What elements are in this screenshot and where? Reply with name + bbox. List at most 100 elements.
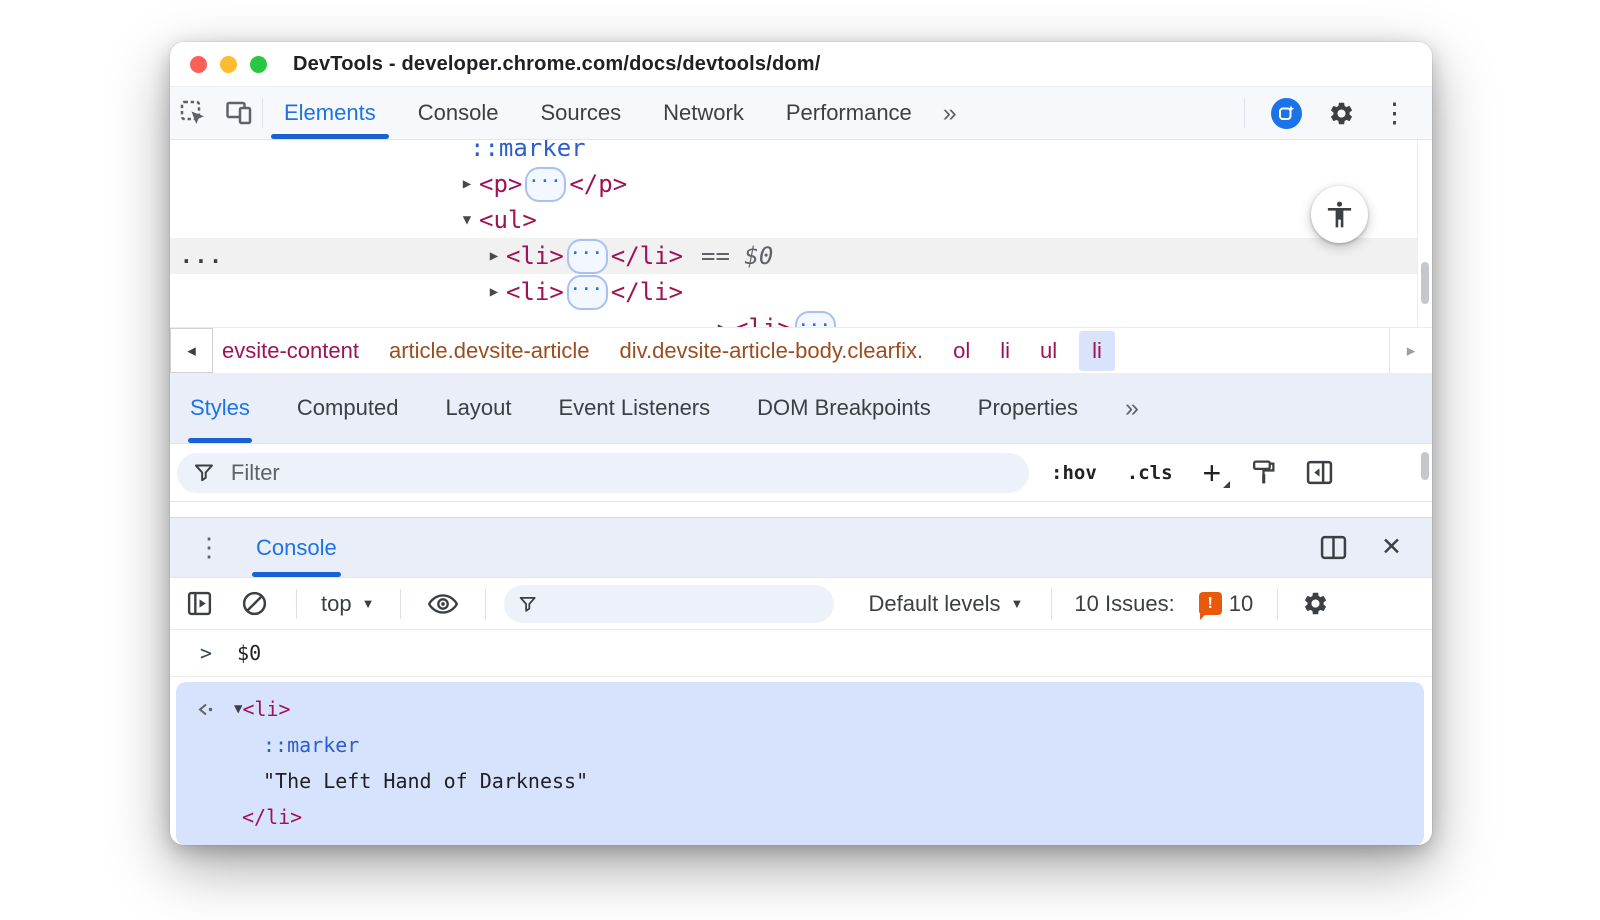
kebab-menu-button[interactable]: ⋮ [1381,97,1408,128]
tab-console[interactable]: Console [402,87,515,139]
device-toolbar-icon [225,101,251,125]
split-panel-icon [1320,535,1347,560]
devtools-window: DevTools - developer.chrome.com/docs/dev… [170,42,1432,845]
console-filter-input[interactable] [549,591,821,616]
close-drawer-button[interactable]: ✕ [1381,535,1402,560]
close-window-button[interactable] [190,55,207,73]
zoom-window-button[interactable] [250,55,267,73]
inspect-icon [180,100,204,124]
tab-elements[interactable]: Elements [268,87,392,139]
elements-dom-tree: ::marker ▶ <p> ··· </p> ▼ <ul> ... ▶ <li> ··· <… [170,140,1432,327]
console-filter-field[interactable] [504,584,835,623]
breadcrumb-item[interactable]: ol [953,338,970,364]
kebab-menu-icon: ⋮ [1381,97,1408,128]
toolbar-divider [296,588,297,619]
console-settings-button[interactable] [1302,590,1329,617]
tab-sources[interactable]: Sources [524,87,637,139]
dom-row-p[interactable]: ▶ <p> ··· </p> [170,166,1432,202]
ai-assistance-button[interactable] [1271,97,1302,129]
drawer-menu-button[interactable]: ⋮ [196,518,222,577]
ellipsis-expand-button[interactable]: ··· [566,238,608,274]
chevron-right-icon[interactable]: ▶ [482,248,506,264]
dom-row-marker[interactable]: ::marker [170,140,1432,166]
breadcrumb-item[interactable]: li [1000,338,1010,364]
tab-computed[interactable]: Computed [297,373,399,443]
breadcrumb-scroll-right-button[interactable]: ▸ [1389,328,1432,373]
breadcrumb-item[interactable]: evsite-content [222,338,359,364]
chevron-down-icon[interactable]: ▼ [234,701,242,717]
styles-filter-field[interactable] [177,452,1029,493]
console-sidebar-icon [187,591,212,616]
dom-row-ul[interactable]: ▼ <ul> [170,202,1432,238]
issues-icon: ! [1198,592,1222,620]
more-tabs-button[interactable]: » [933,87,969,139]
tab-properties[interactable]: Properties [978,373,1078,443]
dom-row-li-selected[interactable]: ... ▶ <li> ··· </li> == $0 [170,238,1432,274]
chevron-double-icon: » [942,98,959,127]
drawer-actions: ✕ [1320,518,1432,577]
main-toolbar: Elements Console Sources Network Perform… [170,87,1432,140]
log-levels-dropdown[interactable]: Default levels ▼ [868,591,1023,617]
toolbar-divider [262,98,263,128]
pseudo-element-label: ::marker [470,140,586,162]
drawer-tab-console[interactable]: Console [252,518,341,577]
breadcrumb-item[interactable]: div.devsite-article-body.clearfix. [619,338,923,364]
chevron-right-icon: ▸ [1406,340,1416,360]
titlebar: DevTools - developer.chrome.com/docs/dev… [170,42,1432,87]
console-input-echo[interactable]: > $0 [170,630,1432,677]
styles-toolbar-buttons: :hov .cls + [1051,457,1333,489]
breadcrumb-item[interactable]: article.devsite-article [389,338,590,364]
chevron-right-icon[interactable]: ▶ [710,320,734,327]
inspect-element-button[interactable] [170,87,216,139]
dock-sidebar-button[interactable] [1306,460,1333,485]
toggle-classes-button[interactable]: .cls [1127,462,1173,484]
rendering-emulation-button[interactable] [1251,459,1276,486]
issues-count: 10 [1228,590,1254,616]
toolbar-divider [485,588,487,619]
chevron-down-icon[interactable]: ▼ [455,212,479,228]
ellipsis-expand-button[interactable]: ··· [566,274,608,310]
tab-event-listeners[interactable]: Event Listeners [559,373,711,443]
minimize-window-button[interactable] [220,55,237,73]
more-sidebar-tabs-button[interactable]: » [1125,373,1141,443]
settings-button[interactable] [1328,100,1355,127]
dom-rows: ::marker ▶ <p> ··· </p> ▼ <ul> ... ▶ <li> ··· <… [170,140,1432,327]
styles-scrollbar-thumb[interactable] [1421,452,1429,480]
result-line-close: </li> [242,805,303,829]
chevron-right-icon[interactable]: ▶ [455,176,479,192]
elements-scrollbar[interactable] [1417,140,1432,327]
window-controls [170,55,267,73]
row-overflow-dots[interactable]: ... [180,238,224,274]
clear-console-button[interactable] [241,590,268,617]
toolbar-divider [1051,588,1053,619]
ellipsis-expand-button[interactable]: ··· [525,166,567,202]
eye-icon [428,593,459,614]
breadcrumb-item-selected[interactable]: li [1079,330,1115,371]
elements-scrollbar-thumb[interactable] [1421,262,1429,304]
tab-styles[interactable]: Styles [188,373,252,443]
tab-layout[interactable]: Layout [445,373,511,443]
tab-network[interactable]: Network [647,87,760,139]
toggle-hover-state-button[interactable]: :hov [1051,462,1097,484]
live-expression-button[interactable] [427,592,459,616]
new-style-rule-button[interactable]: + [1203,457,1230,489]
styles-filter-input[interactable] [228,458,1013,487]
split-panel-button[interactable] [1320,535,1347,560]
ellipsis-expand-button[interactable]: ··· [794,310,836,327]
issues-counter[interactable]: 10 Issues: ! 10 [1074,590,1254,620]
filter-funnel-icon [194,464,213,482]
accessibility-overlay-button[interactable] [1311,186,1368,243]
device-toolbar-button[interactable] [216,87,262,139]
breadcrumb-item[interactable]: ul [1040,338,1057,364]
dom-row-li[interactable]: ▶ <li> ··· </li> [170,274,1432,310]
console-result-selected[interactable]: ▼ <li> ::marker "The Left Hand of Darkne… [176,682,1424,845]
dom-row-clipped[interactable]: ▶<li>··· [170,310,1432,327]
chevron-right-icon[interactable]: ▶ [482,284,506,300]
javascript-context-dropdown[interactable]: top ▼ [321,591,374,617]
close-icon: ✕ [1381,533,1402,561]
tab-performance[interactable]: Performance [770,87,928,139]
clear-console-icon [242,591,267,616]
show-console-sidebar-button[interactable] [186,590,213,617]
tab-dom-breakpoints[interactable]: DOM Breakpoints [757,373,931,443]
breadcrumb-scroll-left-button[interactable]: ◂ [170,328,213,373]
